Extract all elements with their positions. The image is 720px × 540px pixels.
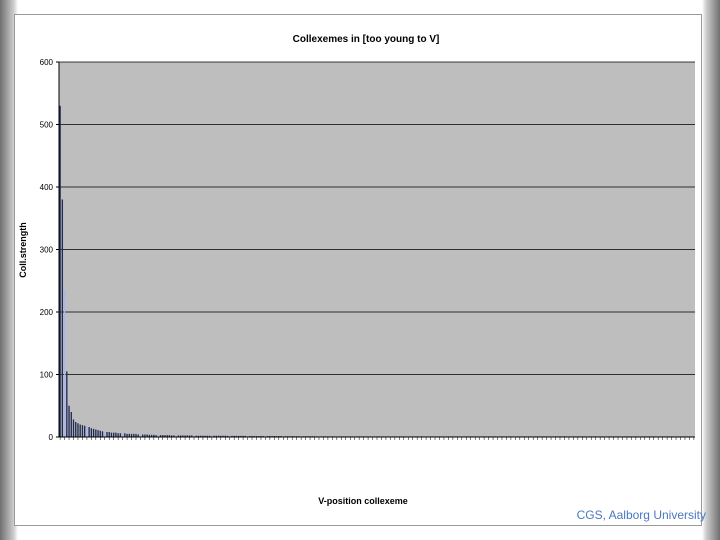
bar (68, 405, 70, 437)
chart-frame: Collexemes in [too young to V] 0 100 200 30… (14, 14, 702, 526)
bar (90, 428, 93, 437)
bar (110, 432, 113, 437)
bar (115, 432, 117, 437)
y-tick-label: 600 (40, 58, 54, 67)
y-tick-label: 100 (40, 371, 54, 380)
y-tick-label: 0 (49, 433, 54, 442)
bar (83, 425, 86, 437)
bar (59, 105, 61, 437)
slide: Collexemes in [too young to V] 0 100 200 30… (0, 0, 720, 540)
bar (106, 432, 108, 437)
bar (92, 428, 95, 437)
bar (61, 199, 64, 437)
bar (86, 426, 88, 437)
bar (75, 422, 77, 437)
bar (66, 371, 68, 437)
bar (108, 432, 110, 437)
footer-text: CGS, Aalborg University (576, 508, 706, 522)
bar (117, 433, 119, 437)
bar (101, 431, 104, 437)
y-tick-label: 400 (40, 183, 54, 192)
bar (72, 419, 75, 437)
y-axis-ticks: 0 100 200 300 400 500 600 (40, 58, 59, 442)
bar (70, 412, 72, 437)
bar (121, 433, 124, 437)
bar (119, 433, 122, 437)
chart-title: Collexemes in [too young to V] (293, 34, 440, 45)
y-tick-label: 200 (40, 308, 54, 317)
bar (97, 430, 99, 437)
bar (81, 425, 84, 437)
x-axis-label: V-position collexeme (318, 496, 408, 506)
bar-chart: Collexemes in [too young to V] 0 100 200 30… (18, 34, 695, 506)
bar (113, 432, 115, 437)
bar (63, 290, 66, 437)
bar (88, 427, 90, 437)
bar (95, 429, 97, 437)
bar (99, 430, 101, 437)
y-tick-label: 500 (40, 121, 54, 130)
bar (104, 431, 106, 437)
bar (124, 433, 126, 437)
y-tick-label: 300 (40, 246, 54, 255)
bar (77, 423, 79, 437)
y-axis-label: Coll.strength (18, 222, 28, 278)
bar (79, 424, 81, 437)
